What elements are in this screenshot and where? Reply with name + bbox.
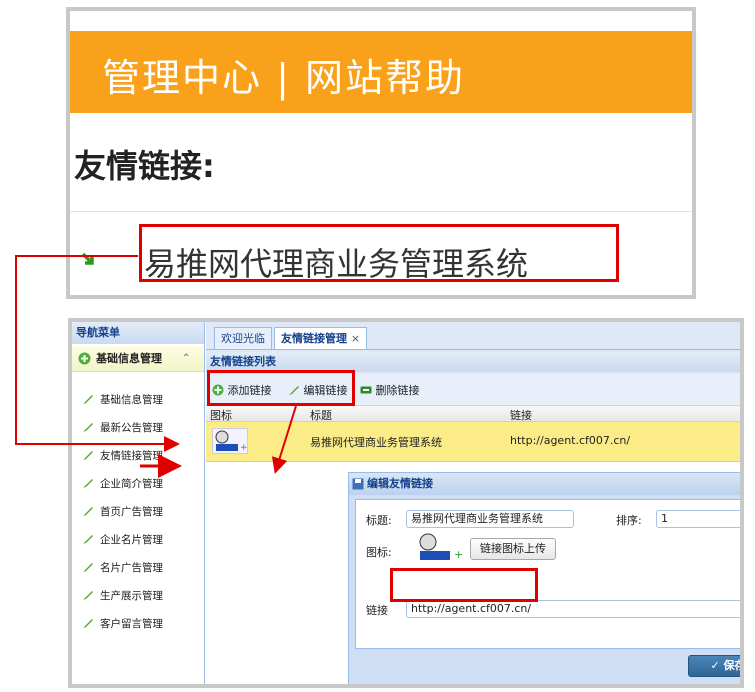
annotation-arrows (15, 255, 297, 478)
arrow-to-sidebar (15, 255, 180, 452)
arrow-toolbar-to-dialog (271, 405, 297, 474)
